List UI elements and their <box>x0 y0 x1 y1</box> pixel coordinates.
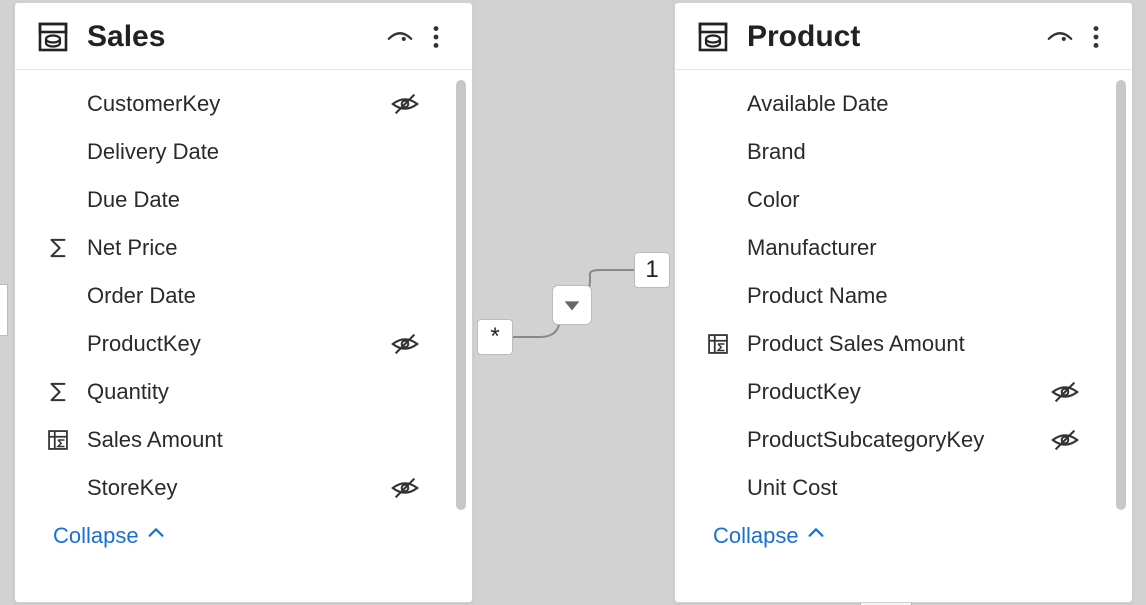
field-name: StoreKey <box>87 475 388 501</box>
field-row[interactable]: StoreKey <box>37 464 460 512</box>
field-name: CustomerKey <box>87 91 388 117</box>
field-icon <box>43 473 73 503</box>
collapse-button[interactable]: Collapse <box>37 512 460 566</box>
field-row[interactable]: Color <box>697 176 1120 224</box>
field-icon <box>43 89 73 119</box>
field-icon <box>703 89 733 119</box>
field-icon <box>703 377 733 407</box>
field-name: ProductKey <box>747 379 1048 405</box>
field-row[interactable]: Available Date <box>697 80 1120 128</box>
field-row[interactable]: CustomerKey <box>37 80 460 128</box>
field-name: Net Price <box>87 235 422 261</box>
hidden-icon <box>388 87 422 121</box>
field-icon <box>703 233 733 263</box>
visibility-button[interactable] <box>1042 19 1078 55</box>
field-row[interactable]: ProductKey <box>37 320 460 368</box>
card-header: Product <box>675 3 1132 70</box>
card-body: Available Date Brand Color Manufacturer Prod… <box>675 70 1132 602</box>
field-icon <box>703 425 733 455</box>
field-name: Order Date <box>87 283 422 309</box>
field-row[interactable]: Sales Amount <box>37 416 460 464</box>
field-list: Available Date Brand Color Manufacturer Prod… <box>697 80 1120 512</box>
more-options-button[interactable] <box>1078 19 1114 55</box>
field-name: Unit Cost <box>747 475 1082 501</box>
scrollbar[interactable] <box>1116 80 1126 510</box>
measure-icon <box>703 329 733 359</box>
canvas-edge-stub <box>0 284 8 336</box>
hidden-icon <box>1048 375 1082 409</box>
field-row[interactable]: Brand <box>697 128 1120 176</box>
field-name: Sales Amount <box>87 427 422 453</box>
field-row[interactable]: Order Date <box>37 272 460 320</box>
field-name: Color <box>747 187 1082 213</box>
field-row[interactable]: Quantity <box>37 368 460 416</box>
field-row[interactable]: Net Price <box>37 224 460 272</box>
field-icon <box>43 329 73 359</box>
card-body: CustomerKey Delivery Date Due Date Net Pr… <box>15 70 472 602</box>
cardinality-one-badge[interactable]: 1 <box>634 252 670 288</box>
field-icon <box>43 281 73 311</box>
field-row[interactable]: ProductSubcategoryKey <box>697 416 1120 464</box>
more-options-button[interactable] <box>418 19 454 55</box>
field-name: Product Sales Amount <box>747 331 1082 357</box>
chevron-up-icon <box>139 522 167 550</box>
chevron-down-icon <box>561 294 583 316</box>
field-row[interactable]: Unit Cost <box>697 464 1120 512</box>
field-icon <box>703 281 733 311</box>
field-icon <box>703 185 733 215</box>
filter-direction-badge[interactable] <box>552 285 592 325</box>
hidden-icon <box>388 327 422 361</box>
table-card-product[interactable]: Product Available Date Brand Color Manufact… <box>674 2 1133 603</box>
table-title: Sales <box>87 20 382 54</box>
field-row[interactable]: Manufacturer <box>697 224 1120 272</box>
collapse-label: Collapse <box>713 523 799 549</box>
field-name: ProductKey <box>87 331 388 357</box>
hidden-icon <box>388 471 422 505</box>
cardinality-many-badge[interactable]: * <box>477 319 513 355</box>
field-name: Quantity <box>87 379 422 405</box>
field-row[interactable]: Product Sales Amount <box>697 320 1120 368</box>
visibility-button[interactable] <box>382 19 418 55</box>
model-canvas[interactable]: Sales CustomerKey Delivery Date Due Date … <box>0 0 1146 605</box>
scrollbar[interactable] <box>456 80 466 510</box>
field-icon <box>703 473 733 503</box>
sigma-icon <box>43 233 73 263</box>
hidden-icon <box>1048 423 1082 457</box>
field-row[interactable]: Delivery Date <box>37 128 460 176</box>
sigma-icon <box>43 377 73 407</box>
field-row[interactable]: Product Name <box>697 272 1120 320</box>
collapse-label: Collapse <box>53 523 139 549</box>
chevron-up-icon <box>799 522 827 550</box>
field-icon <box>43 137 73 167</box>
field-icon <box>703 137 733 167</box>
table-icon <box>697 21 729 53</box>
card-header: Sales <box>15 3 472 70</box>
field-name: Available Date <box>747 91 1082 117</box>
collapse-button[interactable]: Collapse <box>697 512 1120 566</box>
field-row[interactable]: Due Date <box>37 176 460 224</box>
field-name: Delivery Date <box>87 139 422 165</box>
field-name: Product Name <box>747 283 1082 309</box>
field-icon <box>43 185 73 215</box>
field-row[interactable]: ProductKey <box>697 368 1120 416</box>
field-list: CustomerKey Delivery Date Due Date Net Pr… <box>37 80 460 512</box>
table-icon <box>37 21 69 53</box>
field-name: ProductSubcategoryKey <box>747 427 1048 453</box>
table-title: Product <box>747 20 1042 54</box>
measure-icon <box>43 425 73 455</box>
table-card-sales[interactable]: Sales CustomerKey Delivery Date Due Date … <box>14 2 473 603</box>
field-name: Manufacturer <box>747 235 1082 261</box>
field-name: Brand <box>747 139 1082 165</box>
field-name: Due Date <box>87 187 422 213</box>
